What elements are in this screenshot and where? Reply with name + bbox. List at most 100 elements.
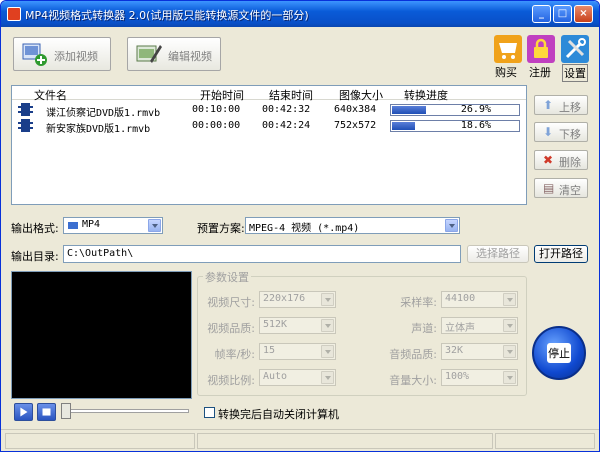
fps-label: 帧率/秒: bbox=[214, 348, 255, 361]
video-file-icon bbox=[18, 103, 33, 116]
col-image-size[interactable]: 图像大小 bbox=[339, 87, 383, 103]
image-size: 752x572 bbox=[334, 120, 377, 131]
chevron-down-icon[interactable] bbox=[445, 219, 458, 232]
file-list-header: 文件名 开始时间 结束时间 图像大小 转换进度 bbox=[12, 86, 526, 103]
open-path-button[interactable]: 打开路径 bbox=[534, 245, 588, 263]
arrow-up-icon: ⬆ bbox=[543, 98, 554, 112]
app-window: MP4视频格式转换器 2.0(试用版只能转换源文件的一部分) _ □ × 添加视… bbox=[0, 0, 600, 452]
format-icon bbox=[67, 221, 79, 230]
app-icon bbox=[7, 7, 21, 21]
sample-rate-select[interactable]: 44100 bbox=[441, 291, 518, 308]
file-row[interactable]: 谍江侦察记DVD版1.rmvb 00:10:00 00:42:32 640x38… bbox=[12, 102, 526, 119]
file-row[interactable]: 新安家族DVD版1.rmvb 00:00:00 00:42:24 752x572… bbox=[12, 118, 526, 135]
shutdown-checkbox[interactable] bbox=[204, 407, 215, 418]
volume-select[interactable]: 100% bbox=[441, 369, 518, 386]
col-end-time[interactable]: 结束时间 bbox=[269, 87, 313, 103]
output-dir-input[interactable]: C:\OutPath\ bbox=[63, 245, 461, 263]
chevron-down-icon[interactable] bbox=[503, 371, 516, 384]
buy-label[interactable]: 购买 bbox=[495, 64, 517, 80]
start-time: 00:10:00 bbox=[192, 104, 241, 115]
col-filename[interactable]: 文件名 bbox=[34, 87, 67, 103]
aspect-select[interactable]: Auto bbox=[259, 369, 336, 386]
chevron-down-icon[interactable] bbox=[503, 345, 516, 358]
move-down-button[interactable]: ⬇ 下移 bbox=[534, 122, 588, 142]
output-format-select[interactable]: MP4 bbox=[63, 217, 163, 234]
playback-slider[interactable] bbox=[61, 409, 189, 413]
chevron-down-icon[interactable] bbox=[503, 293, 516, 306]
register-label[interactable]: 注册 bbox=[529, 64, 551, 80]
shutdown-label[interactable]: 转换完后自动关闭计算机 bbox=[218, 406, 339, 422]
col-progress[interactable]: 转换进度 bbox=[404, 87, 448, 103]
output-format-label: 输出格式: bbox=[11, 222, 59, 235]
chevron-down-icon[interactable] bbox=[321, 345, 334, 358]
output-dir-label: 输出目录: bbox=[11, 250, 59, 263]
maximize-button[interactable]: □ bbox=[553, 5, 572, 23]
col-start-time[interactable]: 开始时间 bbox=[200, 87, 244, 103]
move-up-label: 上移 bbox=[559, 101, 581, 114]
browse-path-button[interactable]: 选择路径 bbox=[467, 245, 529, 263]
file-name: 新安家族DVD版1.rmvb bbox=[46, 124, 151, 135]
stop-playback-button[interactable] bbox=[37, 403, 56, 421]
delete-button[interactable]: ✖ 删除 bbox=[534, 150, 588, 170]
cart-icon[interactable] bbox=[494, 35, 522, 63]
play-button[interactable] bbox=[14, 403, 33, 421]
output-dir-value: C:\OutPath\ bbox=[67, 248, 134, 259]
move-up-button[interactable]: ⬆ 上移 bbox=[534, 95, 588, 115]
audio-quality-value: 32K bbox=[445, 345, 464, 356]
close-button[interactable]: × bbox=[574, 5, 593, 23]
chevron-down-icon[interactable] bbox=[321, 293, 334, 306]
params-title: 参数设置 bbox=[203, 269, 251, 285]
video-quality-select[interactable]: 512K bbox=[259, 317, 336, 334]
video-preview bbox=[11, 271, 192, 399]
edit-video-label: 编辑视频 bbox=[168, 50, 212, 63]
progress-text: 18.6% bbox=[460, 120, 491, 131]
stop-button[interactable]: 停止 bbox=[532, 326, 586, 380]
fps-select[interactable]: 15 bbox=[259, 343, 336, 360]
clear-icon: ▤ bbox=[543, 181, 555, 195]
edit-video-icon bbox=[136, 45, 162, 63]
file-list[interactable]: 文件名 开始时间 结束时间 图像大小 转换进度 谍江侦察记DVD版1.rmvb … bbox=[11, 85, 527, 205]
clear-label: 清空 bbox=[559, 184, 581, 197]
end-time: 00:42:32 bbox=[262, 104, 311, 115]
image-size: 640x384 bbox=[334, 104, 377, 115]
channel-select[interactable]: 立体声 bbox=[441, 317, 518, 334]
progress-text: 26.9% bbox=[460, 104, 491, 115]
lock-icon[interactable] bbox=[527, 35, 555, 63]
fps-value: 15 bbox=[263, 345, 276, 356]
video-quality-value: 512K bbox=[263, 319, 288, 330]
settings-label[interactable]: 设置 bbox=[562, 64, 588, 82]
video-size-label: 视频尺寸: bbox=[207, 296, 255, 309]
add-video-button[interactable]: 添加视频 bbox=[13, 37, 111, 71]
title-bar[interactable]: MP4视频格式转换器 2.0(试用版只能转换源文件的一部分) _ □ × bbox=[1, 1, 599, 27]
chevron-down-icon[interactable] bbox=[503, 319, 516, 332]
video-quality-label: 视频品质: bbox=[207, 322, 255, 335]
end-time: 00:42:24 bbox=[262, 120, 311, 131]
clear-button[interactable]: ▤ 清空 bbox=[534, 178, 588, 198]
preset-value: MPEG-4 视频 (*.mp4) bbox=[249, 223, 360, 234]
chevron-down-icon[interactable] bbox=[321, 319, 334, 332]
tools-icon[interactable] bbox=[561, 35, 589, 63]
audio-quality-label: 音频品质: bbox=[389, 348, 437, 361]
channel-value: 立体声 bbox=[445, 323, 475, 334]
sample-rate-value: 44100 bbox=[445, 293, 476, 304]
window-title: MP4视频格式转换器 2.0(试用版只能转换源文件的一部分) bbox=[25, 9, 309, 22]
start-time: 00:00:00 bbox=[192, 120, 241, 131]
slider-thumb[interactable] bbox=[61, 403, 71, 419]
progress-bar: 26.9% bbox=[390, 104, 520, 116]
status-bar bbox=[1, 429, 599, 451]
delete-icon: ✖ bbox=[543, 153, 554, 167]
stop-label: 停止 bbox=[548, 347, 570, 360]
volume-label: 音量大小: bbox=[389, 374, 437, 387]
video-size-select[interactable]: 220x176 bbox=[259, 291, 336, 308]
audio-quality-select[interactable]: 32K bbox=[441, 343, 518, 360]
minimize-button[interactable]: _ bbox=[532, 5, 551, 23]
progress-bar: 18.6% bbox=[390, 120, 520, 132]
channel-label: 声道: bbox=[411, 322, 437, 335]
chevron-down-icon[interactable] bbox=[148, 219, 161, 232]
delete-label: 删除 bbox=[559, 156, 581, 169]
preset-select[interactable]: MPEG-4 视频 (*.mp4) bbox=[245, 217, 460, 234]
chevron-down-icon[interactable] bbox=[321, 371, 334, 384]
arrow-down-icon: ⬇ bbox=[543, 125, 554, 139]
edit-video-button[interactable]: 编辑视频 bbox=[127, 37, 221, 71]
video-size-value: 220x176 bbox=[263, 293, 306, 304]
